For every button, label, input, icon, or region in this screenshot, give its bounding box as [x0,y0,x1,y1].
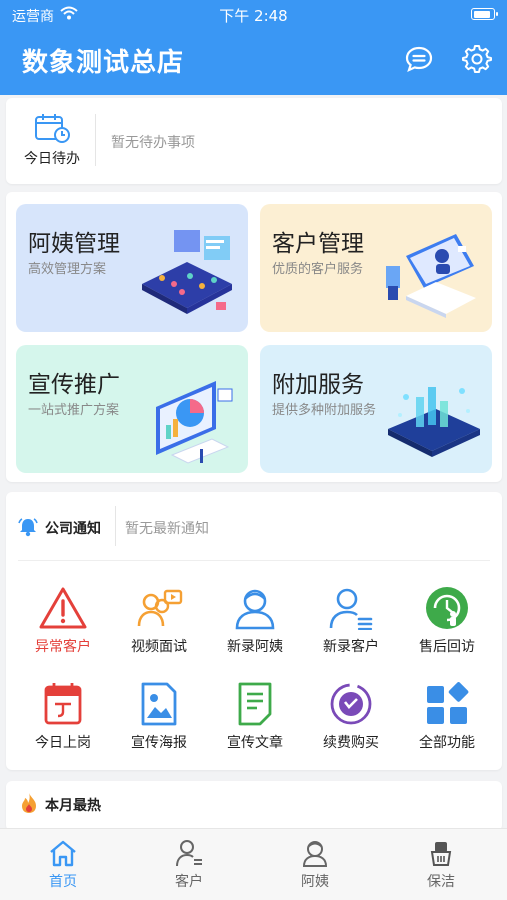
bell-icon [18,518,38,537]
video-interview-icon [137,589,183,627]
tile-nanny-management[interactable]: 阿姨管理 高效管理方案 [16,204,248,332]
battery-icon [471,8,498,20]
tile-title: 阿姨管理 [28,231,120,257]
tab-label: 首页 [49,874,77,890]
function-video-interview[interactable]: 视频面试 [111,586,207,656]
notice-empty-text: 暂无最新通知 [125,521,209,537]
renew-icon [330,683,372,725]
notice-title: 公司通知 [45,521,101,537]
tile-subtitle: 提供多种附加服务 [272,403,377,418]
tile-title: 宣传推广 [28,372,120,398]
todo-empty-text: 暂无待办事项 [111,135,195,151]
tile-subtitle: 优质的客户服务 [272,262,364,277]
tab-label: 客户 [175,874,203,890]
function-label: 新录阿姨 [227,639,283,655]
gear-icon[interactable] [462,44,492,74]
battery-fill [473,10,490,18]
home-icon [50,840,76,867]
nanny-icon [235,589,275,630]
function-renew-purchase[interactable]: 续费购买 [303,682,399,752]
status-bar: 运营商 下午 2:48 [0,0,507,28]
warning-icon [39,587,87,629]
divider [95,114,96,166]
calendar-clock-icon [35,114,70,143]
hot-title: 本月最热 [45,798,101,814]
function-label: 宣传海报 [131,735,187,751]
tile-title: 附加服务 [272,372,364,398]
customer-icon [329,588,373,630]
bottom-tab-bar: 首页 客户 阿姨 保洁 [0,828,507,900]
calendar-icon [44,683,82,725]
function-label: 异常客户 [35,639,91,655]
function-all-functions[interactable]: 全部功能 [399,682,495,752]
customer-service-illustration [386,234,476,318]
top-app-bar: 运营商 下午 2:48 数象测试总店 [0,0,507,95]
function-label: 续费购买 [323,735,379,751]
tab-nannies[interactable]: 阿姨 [252,839,378,891]
message-icon[interactable] [404,44,434,74]
function-promo-article[interactable]: 宣传文章 [207,682,303,752]
divider [18,560,490,561]
function-label: 视频面试 [131,639,187,655]
tab-home[interactable]: 首页 [0,839,126,891]
article-icon [238,682,272,726]
customer-icon [176,840,202,867]
todo-card[interactable]: 今日待办 暂无待办事项 [6,98,502,184]
module-tiles-card: 阿姨管理 高效管理方案 客户管理 优质的客户服务 宣传推广 一站式推广方案 附加… [6,192,502,482]
function-abnormal-customer[interactable]: 异常客户 [15,586,111,656]
meeting-isometric-illustration [142,230,232,314]
poster-icon [141,682,177,726]
tab-cleaning[interactable]: 保洁 [378,839,504,891]
cleaning-icon [430,842,452,866]
analytics-dashboard-illustration [156,381,233,464]
function-promo-poster[interactable]: 宣传海报 [111,682,207,752]
tile-promotion[interactable]: 宣传推广 一站式推广方案 [16,345,248,473]
todo-entry[interactable]: 今日待办 [16,112,88,168]
function-label: 新录客户 [323,639,379,655]
tab-label: 阿姨 [301,874,329,890]
function-label: 宣传文章 [227,735,283,751]
status-time: 下午 2:48 [219,7,288,25]
tile-title: 客户管理 [272,231,364,257]
function-new-customer[interactable]: 新录客户 [303,586,399,656]
tab-customers[interactable]: 客户 [126,839,252,891]
tile-additional-services[interactable]: 附加服务 提供多种附加服务 [260,345,492,473]
monthly-hot-card[interactable]: 本月最热 [6,781,502,831]
tab-label: 保洁 [427,874,455,890]
nanny-icon [302,841,328,867]
all-functions-icon [427,682,469,724]
flame-icon [22,793,36,813]
function-new-nanny[interactable]: 新录阿姨 [207,586,303,656]
todo-label: 今日待办 [24,151,80,167]
tile-subtitle: 一站式推广方案 [28,403,120,418]
functions-card: 公司通知 暂无最新通知 异常客户 视频面试 新录阿姨 新录客户 售后回访 今日上… [6,492,502,770]
company-notice-row[interactable]: 公司通知 暂无最新通知 [6,492,502,552]
function-after-sales-visit[interactable]: 售后回访 [399,586,495,656]
function-today-on-duty[interactable]: 今日上岗 [15,682,111,752]
tile-subtitle: 高效管理方案 [28,262,107,277]
data-platform-illustration [388,387,480,457]
function-label: 全部功能 [419,735,475,751]
tile-customer-management[interactable]: 客户管理 优质的客户服务 [260,204,492,332]
app-title: 数象测试总店 [22,48,185,78]
after-sales-icon [426,587,468,629]
function-label: 售后回访 [419,639,475,655]
divider [115,506,116,546]
function-label: 今日上岗 [35,735,91,751]
